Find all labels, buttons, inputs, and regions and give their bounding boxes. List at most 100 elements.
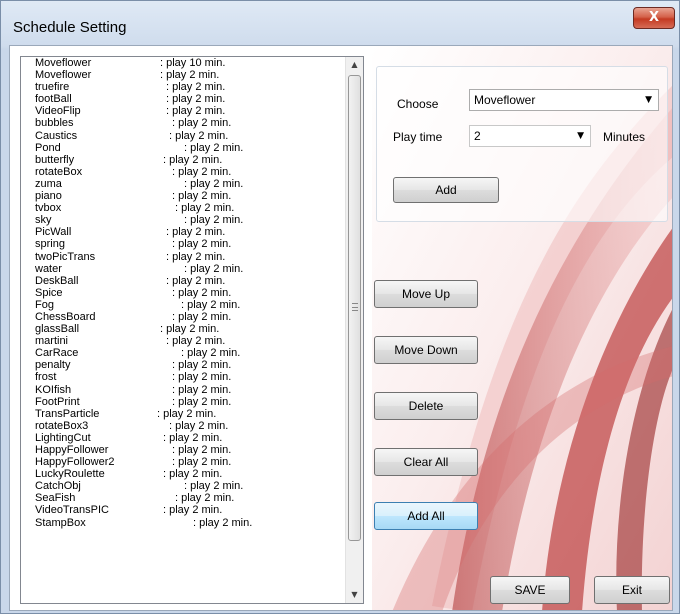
list-item[interactable]: spring: play 2 min. bbox=[21, 238, 345, 250]
list-item[interactable]: butterfly : play 2 min. bbox=[21, 154, 345, 166]
choose-dropdown[interactable]: Moveflower ▼ bbox=[469, 89, 659, 111]
list-item-duration: : play 2 min. bbox=[163, 431, 223, 444]
list-item[interactable]: water: play 2 min. bbox=[21, 263, 345, 275]
list-item[interactable]: LightingCut: play 2 min. bbox=[21, 432, 345, 444]
list-item-name: FootPrint bbox=[35, 395, 80, 408]
list-item[interactable]: penalty : play 2 min. bbox=[21, 359, 345, 371]
delete-button[interactable]: Delete bbox=[374, 392, 478, 420]
list-item[interactable]: Fog: play 2 min. bbox=[21, 299, 345, 311]
scroll-up-arrow-icon[interactable]: ▲ bbox=[346, 57, 363, 73]
list-item[interactable]: SeaFish: play 2 min. bbox=[21, 492, 345, 504]
list-item-name: HappyFollower bbox=[35, 444, 109, 456]
list-item[interactable]: Moveflower : play 10 min. bbox=[21, 57, 345, 69]
move-up-button[interactable]: Move Up bbox=[374, 280, 478, 308]
list-item[interactable]: rotateBox3: play 2 min. bbox=[21, 420, 345, 432]
list-item[interactable]: VideoTransPIC : play 2 min. bbox=[21, 504, 345, 516]
list-item[interactable]: TransParticle: play 2 min. bbox=[21, 408, 345, 420]
list-item-duration: : play 2 min. bbox=[163, 153, 223, 166]
list-item-name: spring bbox=[35, 238, 65, 251]
list-item[interactable]: PicWall: play 2 min. bbox=[21, 226, 345, 238]
list-item[interactable]: CatchObj : play 2 min. bbox=[21, 480, 345, 492]
list-item[interactable]: HappyFollower2: play 2 min. bbox=[21, 456, 345, 468]
scrollbar-thumb[interactable] bbox=[348, 75, 361, 541]
list-item-duration: : play 2 min. bbox=[166, 250, 226, 263]
list-item-duration: : play 2 min. bbox=[166, 226, 226, 239]
schedule-list[interactable]: Moveflower: play 10 min. Moveflower: play… bbox=[20, 56, 364, 604]
list-item-name: butterfly bbox=[35, 153, 75, 166]
list-item-name: SeaFish bbox=[35, 492, 76, 505]
list-item[interactable]: sky: play 2 min. bbox=[21, 214, 345, 226]
window-title: Schedule Setting bbox=[13, 19, 127, 36]
add-all-button[interactable]: Add All bbox=[374, 502, 478, 530]
list-item-name: tvbox bbox=[35, 202, 62, 215]
list-item[interactable]: Spice: play 2 min. bbox=[21, 287, 345, 299]
list-item-duration: : play 2 min. bbox=[181, 347, 241, 360]
play-time-combo[interactable]: 2 ▼ bbox=[469, 125, 591, 147]
list-item[interactable]: bubbles: play 2 min. bbox=[21, 117, 345, 129]
list-item-name: footBall bbox=[35, 93, 72, 106]
list-item-name: Moveflower bbox=[35, 57, 92, 69]
list-item[interactable]: LuckyRoulette: play 2 min. bbox=[21, 468, 345, 480]
list-item[interactable]: Pond : play 2 min. bbox=[21, 142, 345, 154]
list-item-duration: : play 10 min. bbox=[160, 57, 226, 69]
title-bar[interactable]: Schedule Setting X bbox=[1, 1, 679, 45]
list-item[interactable]: ChessBoard: play 2 min. bbox=[21, 311, 345, 323]
list-item[interactable]: truefire: play 2 min. bbox=[21, 81, 345, 93]
add-button[interactable]: Add bbox=[393, 177, 499, 203]
list-item-name: rotateBox3 bbox=[35, 419, 89, 432]
list-item-duration: : play 2 min. bbox=[169, 129, 229, 142]
list-item-duration: : play 2 min. bbox=[184, 214, 244, 227]
list-item-name: twoPicTrans bbox=[35, 250, 96, 263]
list-item[interactable]: glassBall: play 2 min. bbox=[21, 323, 345, 335]
list-item-duration: : play 2 min. bbox=[172, 359, 232, 372]
list-item[interactable]: martini: play 2 min. bbox=[21, 335, 345, 347]
list-item[interactable]: FootPrint: play 2 min. bbox=[21, 396, 345, 408]
close-button[interactable]: X bbox=[633, 7, 675, 29]
list-item-name: frost bbox=[35, 371, 57, 384]
schedule-setting-window: Schedule Setting X Moveflower: play 10 … bbox=[0, 0, 680, 614]
list-item[interactable]: Caustics: play 2 min. bbox=[21, 130, 345, 142]
list-item-duration: : play 2 min. bbox=[184, 480, 244, 493]
list-item-duration: : play 2 min. bbox=[172, 310, 232, 323]
list-item-duration: : play 2 min. bbox=[157, 407, 217, 420]
list-item[interactable]: StampBox: play 2 min. bbox=[21, 517, 345, 529]
list-item[interactable]: piano: play 2 min. bbox=[21, 190, 345, 202]
list-item[interactable]: Moveflower: play 2 min. bbox=[21, 69, 345, 81]
choose-label: Choose bbox=[397, 97, 439, 111]
list-item-duration: : play 2 min. bbox=[163, 504, 223, 517]
list-item[interactable]: DeskBall: play 2 min. bbox=[21, 275, 345, 287]
scrollbar-grip-icon bbox=[352, 303, 358, 311]
list-item[interactable]: footBall: play 2 min. bbox=[21, 93, 345, 105]
list-item[interactable]: tvbox: play 2 min. bbox=[21, 202, 345, 214]
move-down-button[interactable]: Move Down bbox=[374, 336, 478, 364]
list-item-name: penalty bbox=[35, 359, 71, 372]
list-item-duration: : play 2 min. bbox=[193, 516, 253, 529]
list-item[interactable]: CarRace: play 2 min. bbox=[21, 347, 345, 359]
list-item-name: water bbox=[35, 262, 62, 275]
list-scrollbar[interactable]: ▲ ▼ bbox=[345, 57, 363, 603]
list-item-name: DeskBall bbox=[35, 274, 79, 287]
list-item[interactable]: rotateBox: play 2 min. bbox=[21, 166, 345, 178]
list-item-name: rotateBox bbox=[35, 165, 83, 178]
schedule-list-items[interactable]: Moveflower: play 10 min. Moveflower: play… bbox=[21, 57, 345, 603]
list-item[interactable]: HappyFollower: play 2 min. bbox=[21, 444, 345, 456]
save-button[interactable]: SAVE bbox=[490, 576, 570, 604]
list-item-duration: : play 2 min. bbox=[181, 298, 241, 311]
list-item-name: VideoTransPIC bbox=[35, 504, 109, 517]
list-item[interactable]: zuma: play 2 min. bbox=[21, 178, 345, 190]
list-item[interactable]: frost: play 2 min. bbox=[21, 371, 345, 383]
list-item-duration: : play 2 min. bbox=[184, 177, 244, 190]
add-item-group: Choose Moveflower ▼ Play time 2 ▼ Minute… bbox=[376, 66, 668, 222]
scroll-down-arrow-icon[interactable]: ▼ bbox=[346, 587, 363, 603]
list-item[interactable]: twoPicTrans : play 2 min. bbox=[21, 251, 345, 263]
list-item-name: LuckyRoulette bbox=[35, 468, 105, 481]
clear-all-button[interactable]: Clear All bbox=[374, 448, 478, 476]
list-item-name: Moveflower bbox=[35, 69, 92, 82]
list-item-name: CatchObj bbox=[35, 480, 81, 493]
list-item[interactable]: VideoFlip: play 2 min. bbox=[21, 105, 345, 117]
list-item[interactable]: KOIfish: play 2 min. bbox=[21, 384, 345, 396]
list-item-duration: : play 2 min. bbox=[184, 141, 244, 154]
exit-button[interactable]: Exit bbox=[594, 576, 670, 604]
list-item-name: Pond bbox=[35, 141, 61, 154]
list-item-name: Spice bbox=[35, 286, 63, 299]
